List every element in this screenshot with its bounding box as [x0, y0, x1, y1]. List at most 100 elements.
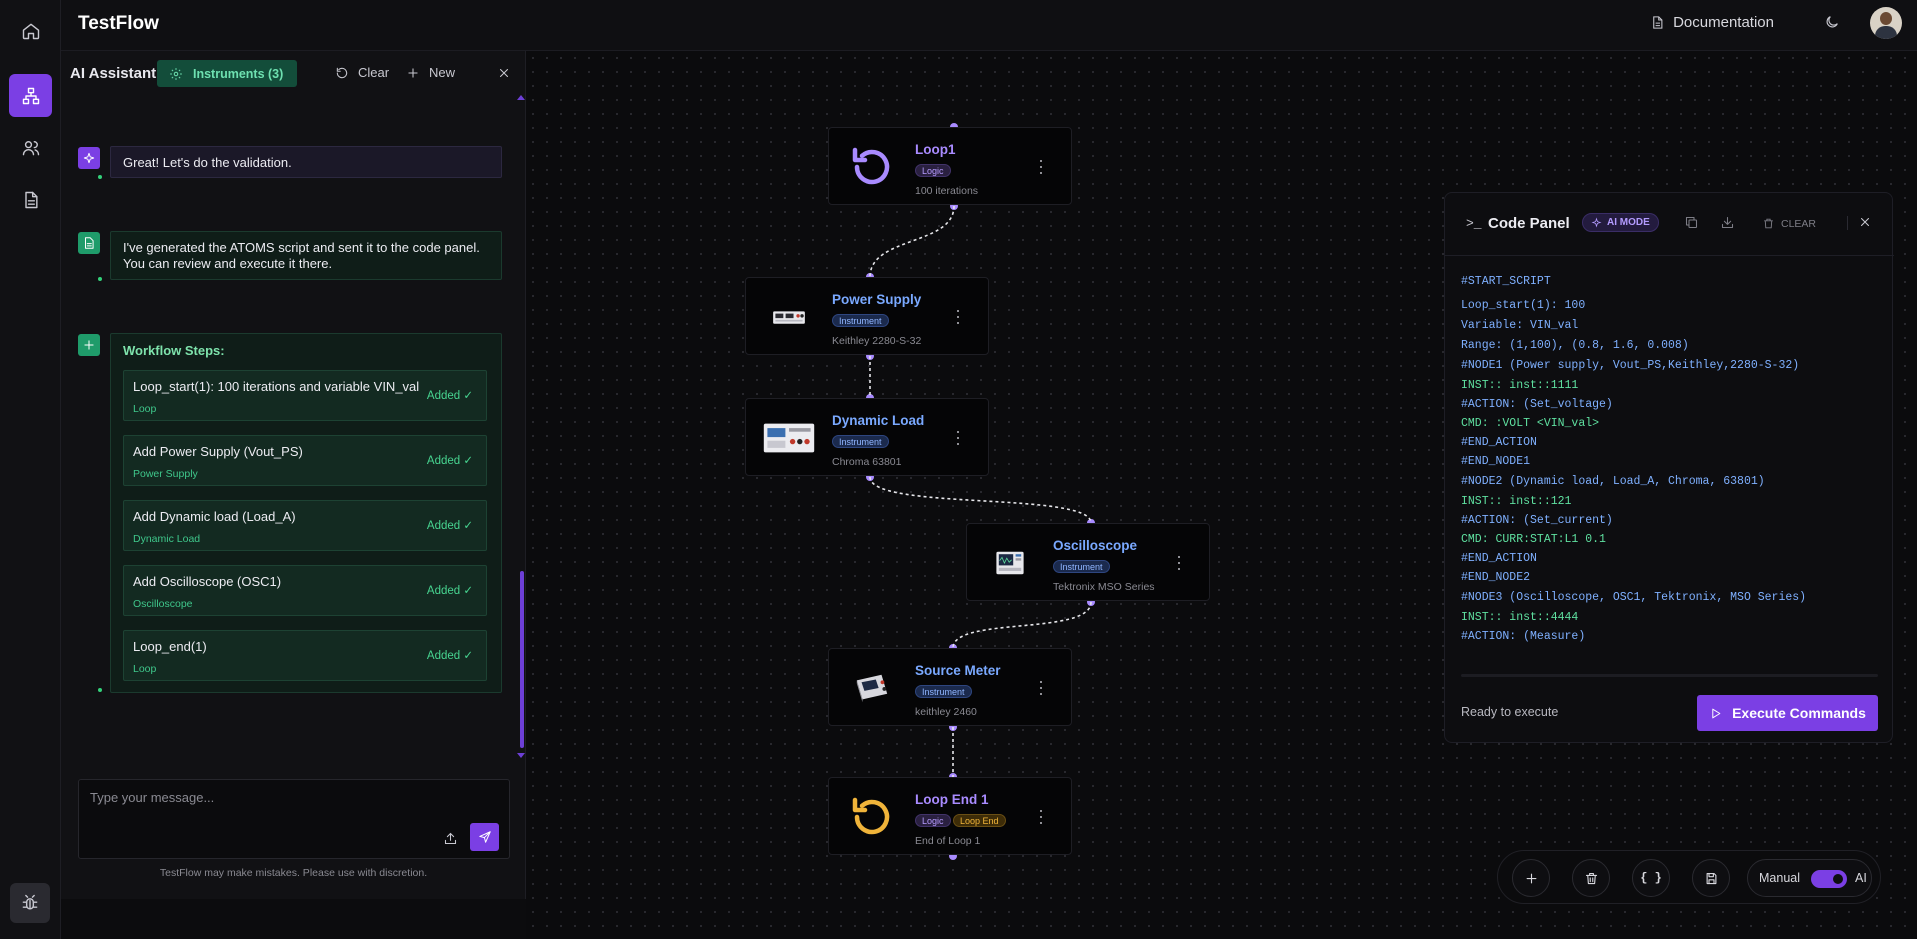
workflow-nav-button[interactable] — [9, 74, 52, 117]
moon-icon — [1826, 16, 1838, 28]
send-button[interactable] — [470, 823, 499, 851]
copy-icon — [1685, 216, 1698, 229]
ai-assistant-panel: AI Assistant Instruments (3) Clear New G… — [61, 51, 526, 899]
avatar-body — [1875, 26, 1897, 39]
instruments-button[interactable]: Instruments (3) — [157, 60, 297, 87]
node-menu-button[interactable] — [1039, 160, 1043, 174]
delete-node-button[interactable] — [1572, 859, 1610, 897]
documents-nav-button[interactable] — [9, 178, 52, 221]
app-root: TestFlow Documentation Loop1 Logic 100 i… — [0, 0, 1917, 939]
code-line: #END_ACTION — [1461, 552, 1537, 565]
new-label: New — [429, 65, 456, 80]
instruments-label: Instruments (3) — [193, 66, 284, 81]
refresh-icon — [336, 67, 348, 78]
debug-button[interactable] — [10, 883, 50, 923]
workflow-steps-title: Workflow Steps: — [123, 343, 225, 358]
node-title: Loop End 1 — [915, 792, 989, 807]
step-type: Loop — [133, 403, 157, 415]
save-button[interactable] — [1692, 859, 1730, 897]
node-oscilloscope[interactable]: Oscilloscope Instrument Tektronix MSO Se… — [966, 523, 1210, 601]
loop-end-node-image — [843, 790, 901, 844]
code-editor[interactable]: #START_SCRIPT Loop_start(1): 100 Variabl… — [1461, 272, 1806, 646]
documentation-link[interactable]: Documentation — [1650, 14, 1774, 31]
node-menu-button[interactable] — [956, 310, 960, 324]
document-icon — [1653, 16, 1663, 29]
execute-commands-button[interactable]: Execute Commands — [1697, 695, 1878, 731]
theme-toggle[interactable] — [1824, 14, 1842, 32]
add-node-button[interactable] — [1512, 859, 1550, 897]
step-type: Dynamic Load — [133, 533, 201, 545]
document-icon — [85, 237, 94, 249]
node-source-meter[interactable]: Source Meter Instrument keithley 2460 — [828, 648, 1072, 726]
document-icon — [24, 191, 38, 208]
copy-button[interactable] — [1684, 215, 1700, 231]
power-supply-image — [760, 290, 818, 344]
close-chat-button[interactable] — [497, 66, 511, 80]
code-line: Variable: VIN_val — [1461, 319, 1579, 332]
message-input-box — [78, 779, 510, 859]
chat-title: AI Assistant — [70, 65, 157, 82]
step-status: Added ✓ — [426, 520, 473, 532]
node-tag-loop-end: Loop End — [953, 814, 1006, 827]
chat-message: I've generated the ATOMS script and sent… — [110, 231, 502, 280]
workflow-step: Loop_end(1) Loop Added ✓ — [123, 630, 487, 681]
home-nav-button[interactable] — [9, 9, 52, 52]
disclaimer-text: TestFlow may make mistakes. Please use w… — [159, 867, 428, 879]
node-subtitle: Chroma 63801 — [832, 456, 902, 468]
chat-header: AI Assistant Instruments (3) Clear New — [61, 51, 526, 95]
node-menu-button[interactable] — [956, 431, 960, 445]
code-view-button[interactable]: { } — [1632, 859, 1670, 897]
send-icon — [478, 831, 491, 843]
edge-osc-meter — [952, 601, 1092, 649]
node-subtitle: Tektronix MSO Series — [1053, 581, 1155, 593]
gear-icon — [170, 67, 182, 80]
code-line: #START_SCRIPT — [1461, 275, 1551, 288]
documentation-label: Documentation — [1673, 14, 1774, 31]
message-status-dot — [98, 688, 102, 692]
step-status: Added ✓ — [426, 455, 473, 467]
users-nav-button[interactable] — [9, 126, 52, 169]
terminal-icon: >_ — [1466, 216, 1482, 231]
ai-mode-toggle[interactable] — [1811, 870, 1847, 888]
node-subtitle: End of Loop 1 — [915, 835, 981, 847]
source-meter-device-icon — [856, 674, 888, 703]
users-icon — [22, 140, 39, 155]
dynamic-load-device-icon — [763, 423, 815, 453]
code-panel-scrollbar[interactable] — [1461, 674, 1878, 677]
node-title: Oscilloscope — [1053, 538, 1138, 553]
bug-icon — [22, 894, 38, 910]
close-icon — [1860, 217, 1870, 227]
clear-chat-button[interactable]: Clear — [335, 65, 389, 80]
sparkle-icon — [83, 152, 95, 164]
braces-icon: { } — [1640, 871, 1662, 885]
new-chat-button[interactable]: New — [406, 65, 455, 80]
top-bar: TestFlow Documentation — [61, 0, 1917, 51]
workflow-message-avatar — [78, 334, 100, 356]
code-line: #ACTION: (Set_voltage) — [1461, 398, 1613, 411]
node-tag-logic: Logic — [915, 164, 951, 177]
node-power-supply[interactable]: Power Supply Instrument Keithley 2280-S-… — [745, 277, 989, 355]
code-line: INST:: inst::1111 — [1461, 379, 1579, 392]
download-icon — [1721, 216, 1734, 229]
node-dynamic-load[interactable]: Dynamic Load Instrument Chroma 63801 — [745, 398, 989, 476]
node-menu-button[interactable] — [1039, 810, 1043, 824]
loop-node-image — [843, 140, 901, 194]
scroll-up-arrow[interactable] — [517, 95, 525, 100]
clear-code-button[interactable]: CLEAR — [1762, 217, 1816, 230]
close-code-panel-button[interactable] — [1858, 215, 1874, 231]
script-message-avatar — [78, 232, 100, 254]
plus-icon — [408, 67, 418, 78]
node-menu-button[interactable] — [1039, 681, 1043, 695]
scroll-down-arrow[interactable] — [517, 753, 525, 758]
node-menu-button[interactable] — [1177, 556, 1181, 570]
oscilloscope-image — [981, 536, 1039, 590]
download-button[interactable] — [1720, 215, 1736, 231]
code-line: CMD: CURR:STAT:L1 0.1 — [1461, 533, 1606, 546]
node-loop1[interactable]: Loop1 Logic 100 iterations — [828, 127, 1072, 205]
upload-button[interactable] — [439, 827, 461, 849]
user-avatar[interactable] — [1870, 7, 1902, 39]
code-line: #END_NODE2 — [1461, 571, 1531, 584]
node-title: Power Supply — [832, 292, 922, 307]
chat-scrollbar-thumb[interactable] — [520, 571, 524, 748]
node-loop-end[interactable]: Loop End 1 Logic Loop End End of Loop 1 — [828, 777, 1072, 855]
